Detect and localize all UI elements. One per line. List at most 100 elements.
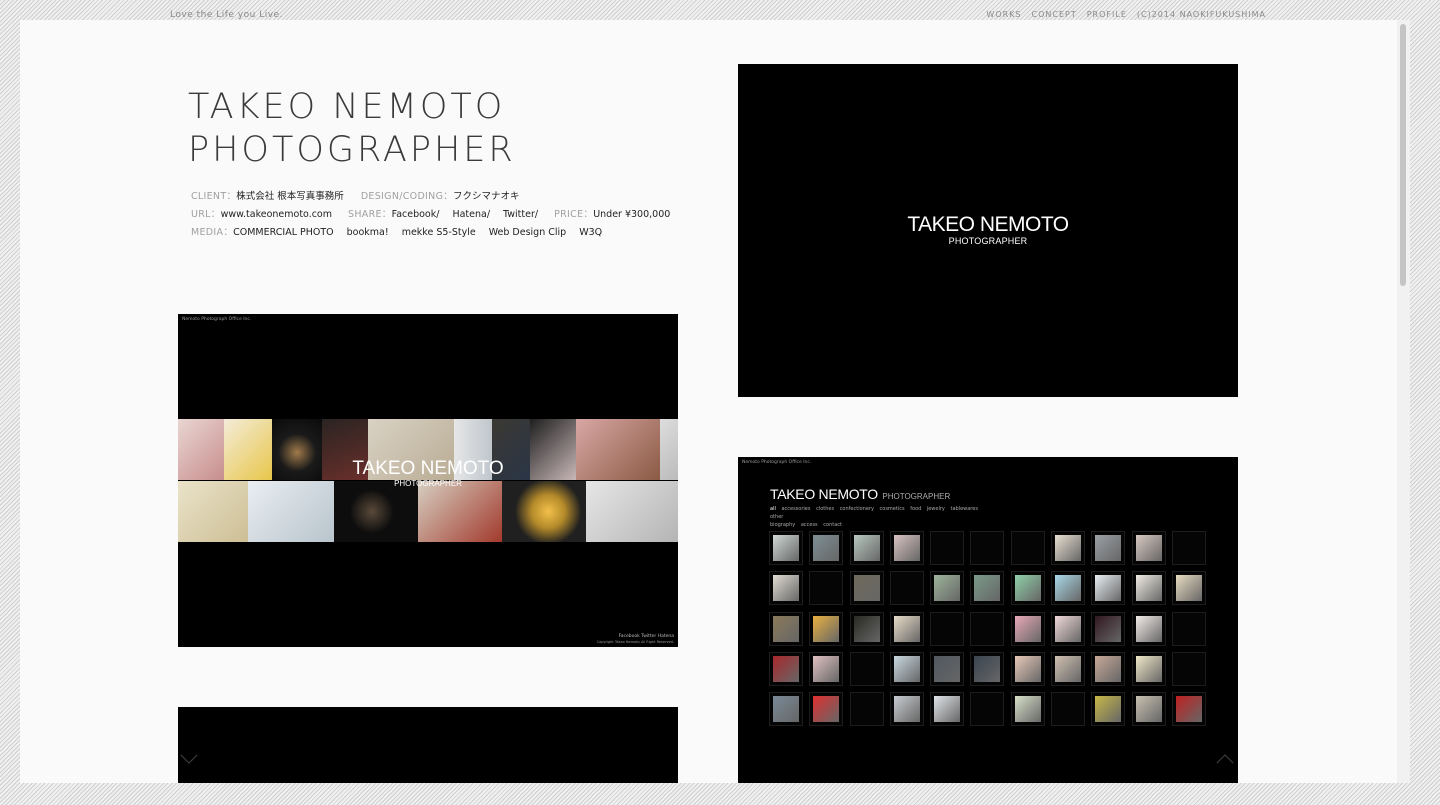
media-link-w3q[interactable]: W3Q: [579, 227, 602, 238]
gallery-categories: all accessories clothes confectionery co…: [770, 505, 1000, 529]
gallery-thumbnail[interactable]: [889, 611, 924, 646]
gallery-thumbnail[interactable]: [1051, 611, 1086, 646]
mosaic-footer-links: Facebook Twitter Hatena: [618, 634, 674, 639]
gallery-thumbnail[interactable]: [970, 531, 1005, 565]
gallery-thumbnail[interactable]: [849, 651, 884, 686]
gallery-category: access: [800, 522, 818, 528]
gallery-thumbnail[interactable]: [769, 571, 803, 606]
gallery-thumbnail[interactable]: [970, 611, 1005, 646]
media-link-commercial-photo[interactable]: COMMERCIAL PHOTO: [233, 227, 334, 238]
gallery-thumbnail[interactable]: [889, 692, 924, 727]
gallery-thumbnail[interactable]: [1010, 651, 1045, 686]
share-twitter-link[interactable]: Twitter/: [503, 209, 538, 220]
gallery-thumbnail[interactable]: [1051, 531, 1086, 565]
gallery-thumbnail[interactable]: [1051, 571, 1086, 606]
gallery-thumbnail-photo: [1135, 696, 1162, 723]
gallery-thumbnail[interactable]: [809, 651, 844, 686]
gallery-thumbnail[interactable]: [1131, 571, 1166, 606]
gallery-thumbnail[interactable]: [889, 651, 924, 686]
top-bar: Love the Life you Live. WORKS CONCEPT PR…: [0, 0, 1440, 20]
gallery-thumbnail[interactable]: [1010, 611, 1045, 646]
gallery-thumbnail[interactable]: [1131, 651, 1166, 686]
gallery-thumbnail[interactable]: [849, 531, 884, 565]
meta-row-media: MEDIA：COMMERCIAL PHOTO bookma! mekke S5-St…: [191, 224, 684, 242]
gallery-thumbnail-photo: [1055, 655, 1082, 682]
gallery-thumbnail[interactable]: [1051, 692, 1086, 727]
gallery-thumbnail[interactable]: [1131, 692, 1166, 727]
media-link-web-design-clip[interactable]: Web Design Clip: [489, 227, 567, 238]
gallery-thumbnail[interactable]: [1171, 651, 1206, 686]
screenshot-gallery[interactable]: Nemoto Photograph Office Inc. TAKEO NEMO…: [738, 457, 1238, 783]
gallery-thumbnail[interactable]: [1051, 651, 1086, 686]
chevron-up-icon[interactable]: [1216, 754, 1234, 764]
gallery-thumbnail-photo: [1135, 575, 1162, 602]
nav-concept[interactable]: CONCEPT: [1032, 10, 1077, 19]
gallery-thumbnail[interactable]: [1010, 692, 1045, 727]
gallery-thumbnail[interactable]: [1131, 611, 1166, 646]
gallery-thumbnail[interactable]: [1171, 692, 1206, 727]
share-hatena-link[interactable]: Hatena/: [452, 209, 490, 220]
gallery-thumbnail[interactable]: [1091, 611, 1126, 646]
screenshot-next[interactable]: [178, 707, 678, 783]
gallery-thumbnail-photo: [1175, 575, 1202, 602]
gallery-thumbnail[interactable]: [930, 531, 965, 565]
chevron-down-icon[interactable]: [180, 754, 198, 764]
gallery-thumbnail-photo: [773, 575, 799, 602]
gallery-thumbnail[interactable]: [970, 651, 1005, 686]
gallery-thumbnail[interactable]: [809, 531, 844, 565]
gallery-thumbnail[interactable]: [769, 531, 803, 565]
gallery-thumbnail[interactable]: [970, 692, 1005, 727]
gallery-thumbnail[interactable]: [889, 531, 924, 565]
gallery-thumbnail-photo: [1014, 655, 1041, 682]
url-link[interactable]: www.takeonemoto.com: [221, 209, 332, 220]
gallery-thumbnail-photo: [893, 535, 920, 561]
gallery-thumbnail[interactable]: [1091, 531, 1126, 565]
gallery-thumbnail-photo: [974, 655, 1001, 682]
gallery-thumbnail[interactable]: [849, 611, 884, 646]
gallery-thumbnail[interactable]: [1131, 531, 1166, 565]
gallery-thumbnail[interactable]: [930, 692, 965, 727]
gallery-thumbnail[interactable]: [930, 611, 965, 646]
copyright: (C)2014 NAOKIFUKUSHIMA: [1136, 10, 1266, 19]
scrollbar-thumb[interactable]: [1400, 24, 1406, 286]
gallery-thumbnail[interactable]: [1091, 651, 1126, 686]
media-link-bookma[interactable]: bookma!: [347, 227, 389, 238]
client-label: CLIENT：: [191, 191, 237, 202]
gallery-thumbnail[interactable]: [1171, 571, 1206, 606]
gallery-thumbnail[interactable]: [769, 611, 803, 646]
gallery-thumbnail[interactable]: [1091, 692, 1126, 727]
screenshot-mosaic[interactable]: Nemoto Photograph Office Inc. TAKEO NEMO…: [178, 314, 678, 647]
gallery-thumbnail[interactable]: [1171, 531, 1206, 565]
gallery-thumbnail[interactable]: [849, 692, 884, 727]
gallery-title-sub: PHOTOGRAPHER: [882, 492, 951, 501]
gallery-thumbnail[interactable]: [1010, 531, 1045, 565]
design-value: フクシマナオキ: [453, 191, 520, 202]
gallery-thumbnail[interactable]: [809, 571, 844, 606]
gallery-thumbnail[interactable]: [1010, 571, 1045, 606]
mosaic-office-name: Nemoto Photograph Office Inc.: [182, 317, 252, 322]
gallery-thumbnail[interactable]: [930, 571, 965, 606]
nav-works[interactable]: WORKS: [986, 10, 1021, 19]
gallery-thumbnail[interactable]: [970, 571, 1005, 606]
gallery-thumbnail[interactable]: [889, 571, 924, 606]
scrollbar[interactable]: [1397, 20, 1410, 783]
gallery-thumbnail[interactable]: [1171, 611, 1206, 646]
screenshot-logo-line-1: TAKEO NEMOTO: [907, 213, 1069, 236]
media-link-mekke[interactable]: mekke S5-Style: [402, 227, 476, 238]
gallery-thumbnail[interactable]: [809, 692, 844, 727]
share-facebook-link[interactable]: Facebook/: [392, 209, 440, 220]
gallery-thumbnail-photo: [1135, 615, 1162, 642]
gallery-category: cosmetics: [879, 506, 905, 512]
gallery-thumbnail[interactable]: [769, 692, 803, 727]
gallery-thumbnail[interactable]: [1091, 571, 1126, 606]
gallery-office-name: Nemoto Photograph Office Inc.: [742, 460, 812, 465]
media-label: MEDIA：: [191, 227, 234, 238]
screenshot-top-logo[interactable]: TAKEO NEMOTO PHOTOGRAPHER: [738, 64, 1238, 397]
nav-profile[interactable]: PROFILE: [1087, 10, 1127, 19]
mosaic-photo: [418, 481, 502, 542]
gallery-thumbnail[interactable]: [930, 651, 965, 686]
gallery-thumbnail[interactable]: [769, 651, 803, 686]
gallery-thumbnail[interactable]: [809, 611, 844, 646]
project-meta: CLIENT：株式会社 根本写真事務所 DESIGN/CODING：フクシマナオ…: [191, 188, 684, 242]
gallery-thumbnail[interactable]: [849, 571, 884, 606]
